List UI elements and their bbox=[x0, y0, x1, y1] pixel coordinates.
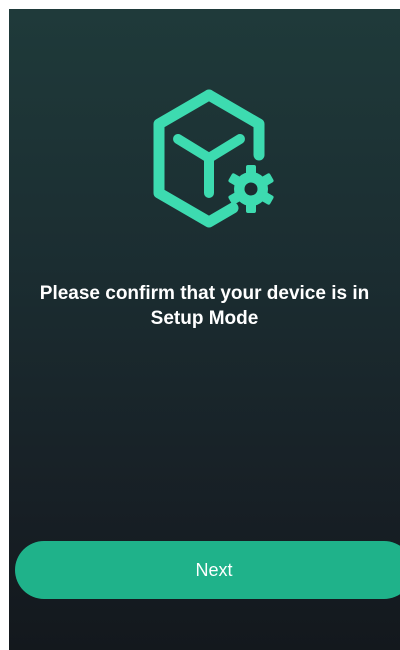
cube-inner-y-icon bbox=[173, 134, 245, 198]
next-button[interactable]: Next bbox=[15, 541, 400, 599]
device-box-with-gear-icon bbox=[129, 87, 289, 237]
device-setup-illustration bbox=[153, 89, 274, 228]
setup-mode-confirmation-message: Please confirm that your device is in Se… bbox=[39, 283, 370, 329]
setup-mode-screen: Please confirm that your device is in Se… bbox=[9, 9, 400, 650]
app-frame: Please confirm that your device is in Se… bbox=[0, 0, 400, 650]
